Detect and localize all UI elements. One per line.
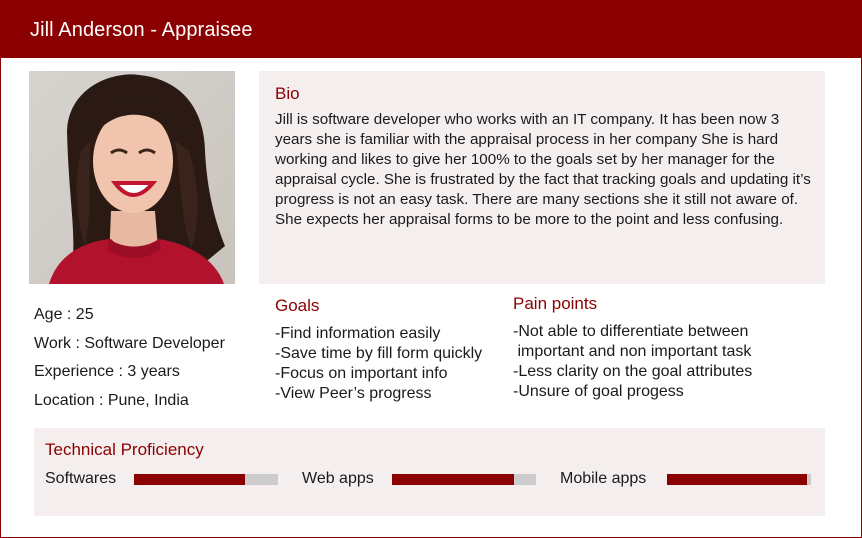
fact-age: Age : 25 <box>34 306 94 323</box>
pain-points-heading: Pain points <box>513 294 598 313</box>
technical-proficiency-panel: Technical Proficiency Softwares Web apps… <box>34 428 825 516</box>
skill-label-mobile-apps: Mobile apps <box>560 470 647 487</box>
list-item: -Unsure of goal progess <box>513 383 684 400</box>
skill-label-web-apps: Web apps <box>302 470 374 487</box>
goals-heading: Goals <box>275 296 320 315</box>
persona-facts: Age : 25 Work : Software Developer Exper… <box>34 301 225 416</box>
bio-heading: Bio <box>275 84 300 103</box>
goals-list: -Find information easily -Save time by f… <box>275 324 505 404</box>
list-item: -Focus on important info <box>275 365 448 382</box>
list-item: -Not able to differentiate between <box>513 323 749 340</box>
pain-points-list: -Not able to differentiate between impor… <box>513 322 813 402</box>
list-item: important and non important task <box>513 343 752 360</box>
portrait-image <box>29 71 235 284</box>
skill-bar-softwares <box>134 474 278 485</box>
skill-bar-fill <box>392 474 515 485</box>
fact-experience: Experience : 3 years <box>34 363 180 381</box>
fact-location: Location : Pune, India <box>34 392 189 410</box>
profile-photo <box>29 71 235 284</box>
fact-work: Work : Software Developer <box>34 334 225 352</box>
bio-text: Jill is software developer who works wit… <box>275 111 811 228</box>
list-item: -View Peer’s progress <box>275 385 432 402</box>
list-item: -Find information easily <box>275 325 441 342</box>
technical-proficiency-heading: Technical Proficiency <box>45 440 204 459</box>
header-bar: Jill Anderson - Appraisee <box>0 0 862 58</box>
persona-title: Jill Anderson - Appraisee <box>30 19 253 41</box>
list-item: -Less clarity on the goal attributes <box>513 363 753 380</box>
skill-bar-fill <box>667 474 807 485</box>
list-item: -Save time by fill form quickly <box>275 345 483 362</box>
goals-section: Goals -Find information easily -Save tim… <box>275 296 505 404</box>
pain-points-section: Pain points -Not able to differentiate b… <box>513 294 813 402</box>
skill-bar-mobile-apps <box>667 474 811 485</box>
skill-bar-fill <box>134 474 245 485</box>
skill-label-softwares: Softwares <box>45 470 117 487</box>
bio-panel: Bio Jill is software developer who works… <box>259 71 825 284</box>
skill-bar-web-apps <box>392 474 536 485</box>
